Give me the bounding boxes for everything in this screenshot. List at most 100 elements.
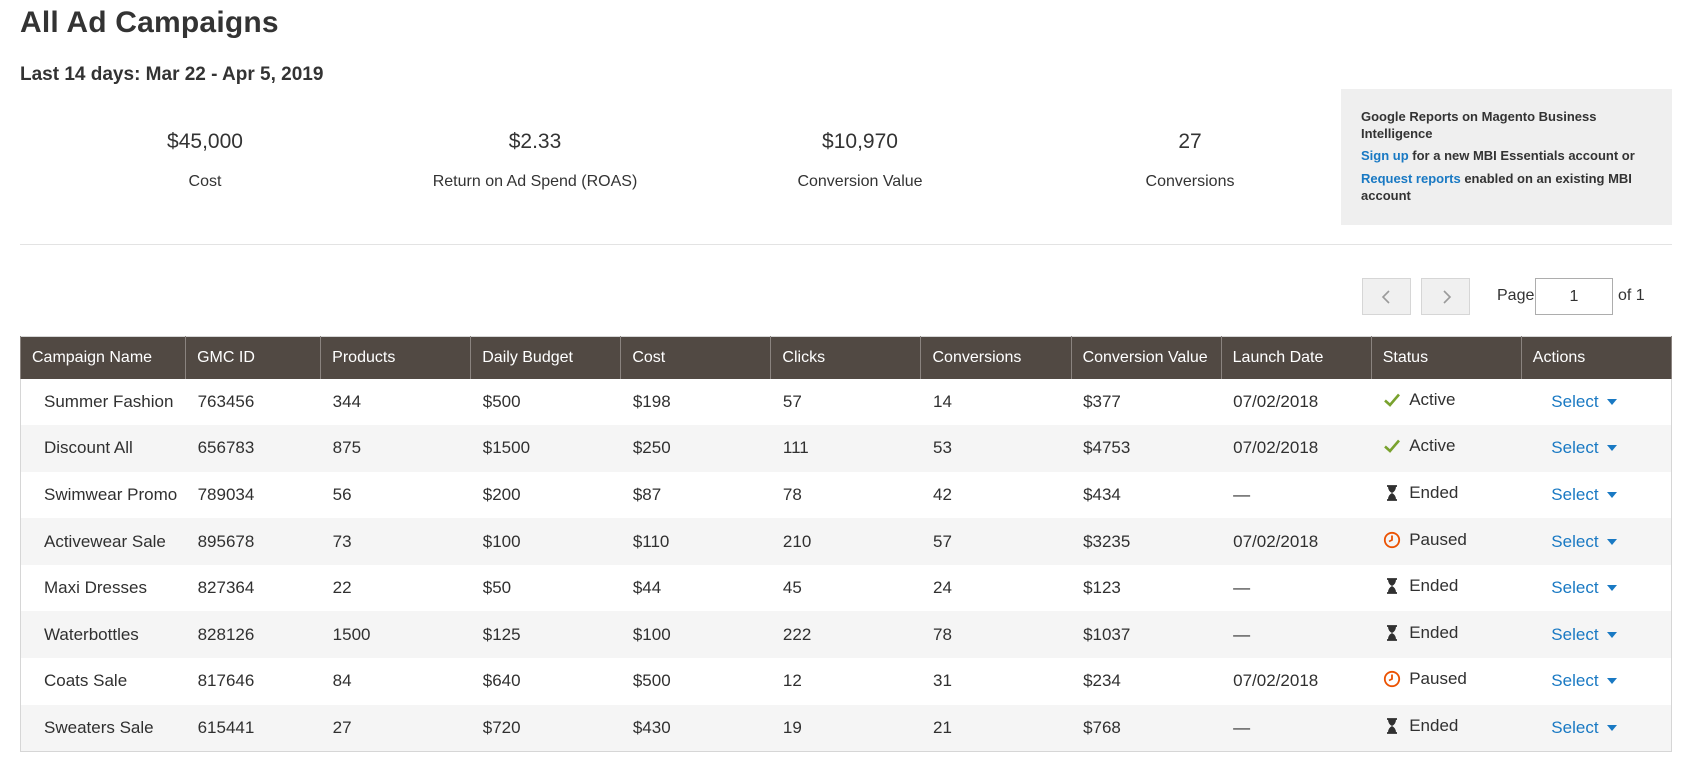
cell-gmc-id: 763456 bbox=[197, 391, 255, 411]
actions-select-dropdown[interactable]: Select bbox=[1533, 484, 1617, 505]
actions-select-dropdown[interactable]: Select bbox=[1533, 671, 1617, 691]
hourglass-icon bbox=[1383, 484, 1401, 502]
status-badge: Ended bbox=[1383, 623, 1458, 643]
cell-products: 344 bbox=[332, 391, 362, 411]
mbi-signup-line: Sign up for a new MBI Essentials account… bbox=[1361, 147, 1652, 164]
request-reports-link[interactable]: Request reports bbox=[1361, 171, 1461, 186]
cell-launch-date: — bbox=[1221, 704, 1372, 752]
hourglass-icon bbox=[1383, 624, 1401, 642]
cell-products: 56 bbox=[332, 484, 352, 504]
actions-select-dropdown[interactable]: Select bbox=[1533, 531, 1617, 552]
cell-status: Ended bbox=[1371, 704, 1522, 752]
cell-campaign-name: Summer Fashion bbox=[44, 391, 174, 411]
cell-actions: Select bbox=[1521, 565, 1671, 612]
cell-status: Ended bbox=[1371, 611, 1522, 659]
caret-down-icon bbox=[1606, 445, 1617, 452]
page-total: of 1 bbox=[1618, 287, 1645, 304]
table-row: Swimwear Promo 789034 56 $200 $87 78 42 $434 — En… bbox=[21, 472, 1672, 519]
cell-clicks: 111 bbox=[770, 425, 921, 472]
column-header-launch-date[interactable]: Launch Date bbox=[1220, 336, 1372, 379]
select-label: Select bbox=[1551, 531, 1599, 551]
cell-conversion-value: $377 bbox=[1083, 391, 1121, 411]
caret-down-icon bbox=[1606, 631, 1617, 638]
status-label: Active bbox=[1409, 389, 1456, 409]
cell-launch-date: — bbox=[1221, 611, 1372, 659]
signup-link[interactable]: Sign up bbox=[1361, 148, 1409, 163]
column-header-campaign-name[interactable]: Campaign Name bbox=[19, 336, 187, 379]
cell-gmc-id: 656783 bbox=[185, 425, 321, 472]
table-header-row: Campaign Name GMC ID Products Daily Budg… bbox=[19, 336, 1673, 379]
column-header-actions: Actions bbox=[1520, 336, 1673, 379]
actions-select-dropdown[interactable]: Select bbox=[1533, 391, 1617, 412]
stat-label: Return on Ad Spend (ROAS) bbox=[432, 173, 638, 190]
column-header-gmc-id[interactable]: GMC ID bbox=[185, 336, 322, 379]
status-badge: Active bbox=[1383, 436, 1456, 456]
actions-select-dropdown[interactable]: Select bbox=[1533, 624, 1617, 645]
cell-conversion-value: $3235 bbox=[1071, 518, 1222, 565]
cell-conversion-value: $123 bbox=[1083, 578, 1121, 598]
cell-actions: Select bbox=[1521, 518, 1672, 565]
cell-campaign-name: Sweaters Sale bbox=[20, 704, 186, 752]
table-row: Summer Fashion 763456 344 $500 $198 57 14 $377 0… bbox=[21, 379, 1672, 426]
divider bbox=[20, 244, 1672, 245]
column-header-clicks[interactable]: Clicks bbox=[770, 336, 922, 379]
status-label: Paused bbox=[1409, 669, 1467, 689]
stat-cost: $45,000 Cost bbox=[100, 130, 310, 191]
stat-label: Conversions bbox=[1145, 173, 1235, 190]
select-label: Select bbox=[1551, 578, 1599, 598]
select-label: Select bbox=[1551, 624, 1599, 644]
cell-daily-budget: $500 bbox=[482, 391, 521, 411]
select-label: Select bbox=[1551, 391, 1599, 411]
status-label: Ended bbox=[1409, 622, 1459, 642]
column-header-daily-budget[interactable]: Daily Budget bbox=[470, 336, 622, 379]
column-header-cost[interactable]: Cost bbox=[620, 336, 772, 379]
column-header-products[interactable]: Products bbox=[320, 336, 472, 379]
previous-page-button[interactable] bbox=[1362, 278, 1411, 315]
clock-icon bbox=[1383, 670, 1401, 688]
actions-select-dropdown[interactable]: Select bbox=[1533, 578, 1617, 598]
actions-select-dropdown[interactable]: Select bbox=[1533, 438, 1617, 458]
clock-icon bbox=[1383, 531, 1401, 549]
next-page-button[interactable] bbox=[1421, 278, 1470, 315]
cell-gmc-id: 615441 bbox=[185, 704, 321, 752]
actions-select-dropdown[interactable]: Select bbox=[1533, 718, 1617, 738]
status-label: Active bbox=[1409, 436, 1456, 456]
cell-conversion-value: $434 bbox=[1083, 484, 1121, 504]
cell-clicks: 45 bbox=[782, 578, 802, 598]
caret-down-icon bbox=[1606, 585, 1617, 592]
status-badge: Ended bbox=[1383, 483, 1458, 503]
status-badge: Paused bbox=[1383, 530, 1467, 550]
cell-cost: $100 bbox=[620, 611, 771, 659]
cell-daily-budget: $50 bbox=[482, 578, 512, 598]
column-header-status[interactable]: Status bbox=[1370, 336, 1522, 379]
cell-launch-date: — bbox=[1233, 578, 1251, 598]
cell-gmc-id: 828126 bbox=[185, 611, 321, 659]
cell-conversion-value: $768 bbox=[1071, 704, 1222, 752]
cell-cost: $87 bbox=[632, 484, 662, 504]
stat-label: Cost bbox=[188, 173, 222, 190]
column-header-conversion-value[interactable]: Conversion Value bbox=[1070, 336, 1222, 379]
cell-actions: Select bbox=[1521, 379, 1671, 426]
stats-panel: $45,000 Cost $2.33 Return on Ad Spend (R… bbox=[20, 130, 1320, 210]
cell-clicks: 12 bbox=[782, 671, 802, 691]
mbi-title: Google Reports on Magento Business Intel… bbox=[1361, 109, 1597, 141]
cell-status: Paused bbox=[1371, 658, 1521, 705]
hourglass-icon bbox=[1383, 717, 1401, 735]
select-label: Select bbox=[1551, 484, 1599, 504]
check-icon bbox=[1383, 391, 1401, 409]
stat-value: $10,970 bbox=[822, 130, 898, 153]
cell-status: Paused bbox=[1371, 518, 1522, 565]
cell-conversions: 21 bbox=[920, 704, 1072, 752]
page-number-input[interactable] bbox=[1535, 278, 1613, 315]
status-badge: Active bbox=[1383, 389, 1456, 410]
caret-down-icon bbox=[1606, 724, 1617, 731]
cell-cost: $500 bbox=[632, 671, 671, 691]
cell-clicks: 57 bbox=[782, 391, 802, 411]
column-header-conversions[interactable]: Conversions bbox=[920, 336, 1072, 379]
date-range-label: Last 14 days: Mar 22 - Apr 5, 2019 bbox=[20, 64, 324, 85]
page-label: Page bbox=[1497, 287, 1535, 304]
cell-campaign-name: Coats Sale bbox=[44, 671, 128, 691]
cell-daily-budget: $100 bbox=[470, 518, 621, 565]
cell-launch-date: 07/02/2018 bbox=[1221, 518, 1372, 565]
cell-daily-budget: $200 bbox=[482, 484, 521, 504]
